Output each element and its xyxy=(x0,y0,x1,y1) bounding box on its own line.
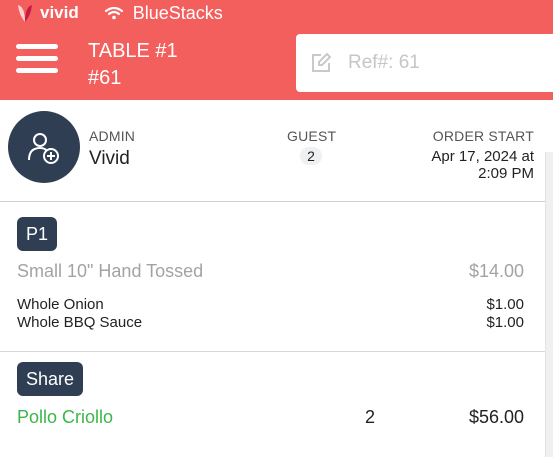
brand-name: vivid xyxy=(40,3,79,22)
table-title: TABLE #1 #61 xyxy=(88,38,178,92)
order-start-time: 2:09 PM xyxy=(478,165,534,182)
modifier-price: $1.00 xyxy=(486,296,524,313)
carrier-name: BlueStacks xyxy=(132,2,223,23)
order-start-label: ORDER START xyxy=(432,128,534,144)
ref-field[interactable] xyxy=(296,34,553,92)
table-order-number: #61 xyxy=(88,67,122,89)
modifier-name: Whole BBQ Sauce xyxy=(17,314,143,331)
brand-logo: vivid xyxy=(16,3,79,23)
item-quantity: 2 xyxy=(365,407,376,427)
table-name: TABLE #1 xyxy=(88,40,178,62)
guest-label: GUEST xyxy=(287,128,337,144)
item-tag[interactable]: Share xyxy=(17,362,84,396)
hamburger-menu-icon[interactable] xyxy=(16,44,58,78)
wifi-icon xyxy=(104,6,123,20)
status-bar: vivid BlueStacks xyxy=(16,2,223,24)
add-user-button[interactable] xyxy=(8,111,80,183)
modifier-price: $1.00 xyxy=(486,314,524,331)
order-start-value: Apr 17, 2024 at 2:09 PM xyxy=(404,148,534,182)
item-price: $14.00 xyxy=(468,261,524,281)
modifier-name: Whole Onion xyxy=(17,296,104,313)
scrollbar[interactable] xyxy=(545,152,553,457)
add-user-icon xyxy=(28,133,59,164)
order-item[interactable]: Share Pollo Criollo 2 $56.00 xyxy=(0,352,545,457)
guest-count-badge[interactable]: 2 xyxy=(300,147,322,165)
order-item[interactable]: P1 Small 10" Hand Tossed $14.00 Whole On… xyxy=(0,202,545,352)
edit-icon xyxy=(312,53,331,72)
admin-name: Vivid xyxy=(89,148,130,169)
top-header: vivid BlueStacks TABLE #1 #61 xyxy=(0,0,553,100)
item-price: $56.00 xyxy=(468,407,524,427)
order-start-date: Apr 17, 2024 at xyxy=(431,148,534,165)
vivid-logo-icon xyxy=(18,5,32,22)
item-name: Small 10" Hand Tossed xyxy=(17,261,204,281)
admin-label: ADMIN xyxy=(89,128,136,144)
item-name: Pollo Criollo xyxy=(17,407,114,427)
order-info-panel: ADMIN Vivid GUEST 2 ORDER START Apr 17, … xyxy=(0,100,545,202)
ref-input[interactable] xyxy=(348,52,528,74)
item-tag[interactable]: P1 xyxy=(17,217,58,251)
